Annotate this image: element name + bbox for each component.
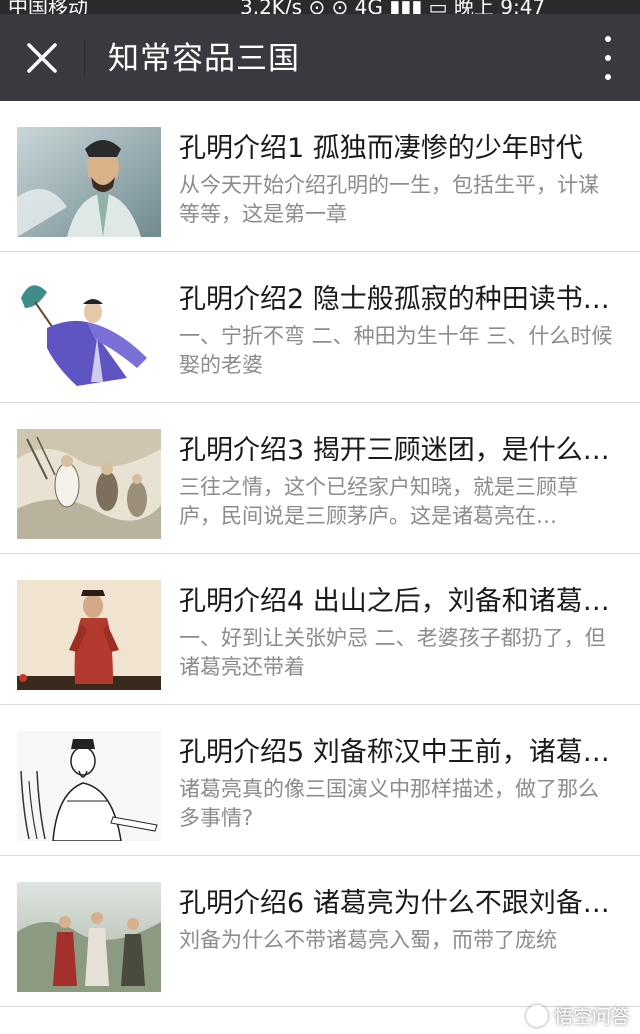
article-thumbnail [17,127,161,237]
article-title: 孔明介绍2 隐士般孤寂的种田读书… [179,284,610,315]
article-thumbnail [17,882,161,992]
article-description: 诸葛亮真的像三国演义中那样描述，做了那么多事情? [179,777,599,830]
article-description: 一、好到让关张妒忌 二、老婆孩子都扔了，但诸葛亮还带着 [179,626,606,679]
article-description: 刘备为什么不带诸葛亮入蜀，而带了庞统 [179,928,557,952]
article-title: 孔明介绍5 刘备称汉中王前，诸葛… [179,737,610,768]
article-title: 孔明介绍6 诸葛亮为什么不跟刘备… [179,888,610,919]
status-bar: 中国移动 3.2K/s ⊙ ⊙ 4G ▮▮▮ ▭ 晚上 9:47 [0,0,640,14]
article-item[interactable]: 孔明介绍3 揭开三顾迷团，是什么… 三往之情，这个已经家户知晓，就是三顾草庐，民… [0,403,640,554]
header-bar: 知常容品三国 [0,14,640,101]
article-title: 孔明介绍3 揭开三顾迷团，是什么… [179,435,610,466]
close-icon [27,43,57,73]
article-title: 孔明介绍1 孤独而凄惨的少年时代 [179,133,583,164]
article-item[interactable]: 孔明介绍4 出山之后，刘备和诸葛… 一、好到让关张妒忌 二、老婆孩子都扔了，但诸… [0,554,640,705]
status-indicators: 3.2K/s ⊙ ⊙ 4G ▮▮▮ ▭ 晚上 9:47 [240,0,546,14]
carrier-label: 中国移动 [8,0,88,14]
article-thumbnail [17,580,161,690]
article-item[interactable]: 孔明介绍1 孤独而凄惨的少年时代 从今天开始介绍孔明的一生，包括生平，计谋等等，… [0,101,640,252]
header-divider [84,40,85,76]
watermark-text: 悟空问答 [553,1006,630,1028]
article-list: 孔明介绍1 孤独而凄惨的少年时代 从今天开始介绍孔明的一生，包括生平，计谋等等，… [0,101,640,1007]
article-description: 一、宁折不弯 二、种田为生十年 三、什么时候娶的老婆 [179,324,613,377]
article-title: 孔明介绍4 出山之后，刘备和诸葛… [179,586,610,617]
close-button[interactable] [14,30,70,86]
more-button[interactable] [600,36,616,80]
watermark: 悟空问答 [525,1002,630,1029]
article-item[interactable]: 孔明介绍2 隐士般孤寂的种田读书… 一、宁折不弯 二、种田为生十年 三、什么时候… [0,252,640,403]
article-description: 三往之情，这个已经家户知晓，就是三顾草庐，民间说是三顾茅庐。这是诸葛亮在… [179,475,578,528]
wukong-logo-icon [525,1004,548,1027]
article-item[interactable]: 孔明介绍5 刘备称汉中王前，诸葛… 诸葛亮真的像三国演义中那样描述，做了那么多事… [0,705,640,856]
article-item[interactable]: 孔明介绍6 诸葛亮为什么不跟刘备… 刘备为什么不带诸葛亮入蜀，而带了庞统 [0,856,640,1007]
article-description: 从今天开始介绍孔明的一生，包括生平，计谋等等，这是第一章 [179,173,599,226]
article-thumbnail [17,429,161,539]
article-thumbnail [17,278,161,388]
more-vertical-icon [605,36,611,42]
page-title: 知常容品三国 [108,41,300,77]
article-thumbnail [17,731,161,841]
